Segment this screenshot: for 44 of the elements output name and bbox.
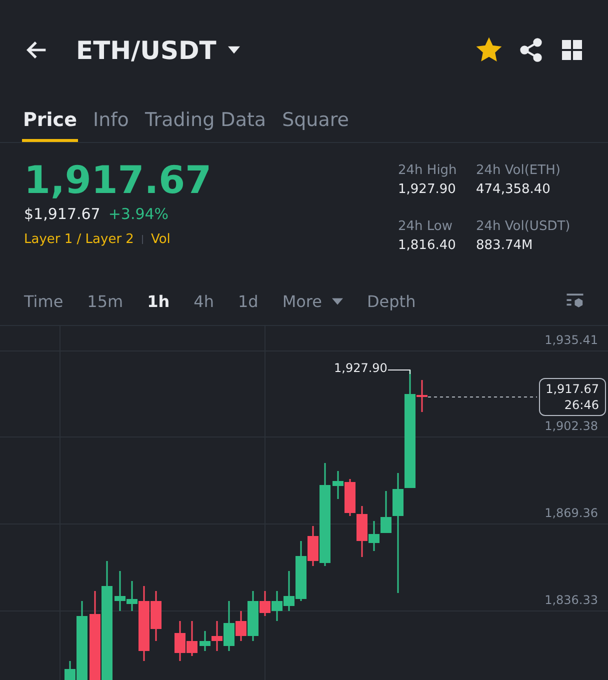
high-price-marker: 1,927.90 [334, 361, 388, 375]
tab[interactable]: Price [22, 100, 78, 142]
price-axis-label: 1,902.38 [544, 419, 598, 434]
interval-tab[interactable]: 1d [226, 288, 270, 314]
tab[interactable]: Info [92, 100, 130, 142]
more-dropdown[interactable]: More [270, 288, 355, 314]
tab[interactable]: Square [281, 100, 350, 142]
price-axis-label: 1,836.33 [544, 593, 598, 608]
candle [332, 471, 344, 499]
share-icon[interactable] [518, 37, 544, 63]
interval-tab[interactable]: 1h [135, 288, 182, 314]
candle-countdown: 26:46 [564, 397, 599, 413]
caret-icon[interactable] [228, 46, 240, 54]
interval-tab[interactable]: Time [12, 288, 76, 314]
leader-line [388, 370, 410, 374]
interval-tab[interactable]: 4h [182, 288, 226, 314]
interval-tab[interactable]: Depth [354, 288, 428, 314]
price-change: +3.94% [108, 205, 169, 223]
stat-label: 24h Vol(USDT) [476, 219, 572, 234]
category-tag[interactable]: Layer 1 / Layer 2 [24, 232, 134, 247]
stat-label: 24h High [398, 163, 458, 178]
category-tag[interactable]: Vol [150, 232, 170, 247]
stat-value: 1,927.90 [398, 182, 457, 197]
tab[interactable]: Trading Data [144, 100, 268, 142]
candle [186, 621, 198, 656]
candle [114, 571, 126, 611]
stat-value: 1,816.40 [398, 238, 457, 253]
caret-icon [332, 298, 343, 304]
grid-icon[interactable] [560, 38, 584, 62]
candle [344, 479, 356, 516]
stat-label: 24h Low [398, 219, 454, 234]
last-price: 1,917.67 [24, 157, 212, 203]
pair-title[interactable]: ETH/USDT [76, 36, 216, 64]
usd-price: $1,917.67 [24, 205, 100, 223]
stat-value: 883.74M [476, 238, 534, 253]
stat-label: 24h Vol(ETH) [476, 163, 562, 178]
interval-tab[interactable]: 15m [75, 288, 136, 314]
star-icon[interactable] [476, 37, 502, 63]
candle [272, 591, 282, 621]
current-price: 1,917.67 [546, 381, 599, 397]
price-axis-label: 1,869.36 [544, 506, 598, 521]
stat-value: 474,358.40 [476, 182, 552, 197]
candle [174, 621, 186, 661]
price-axis-label: 1,935.41 [544, 333, 598, 348]
